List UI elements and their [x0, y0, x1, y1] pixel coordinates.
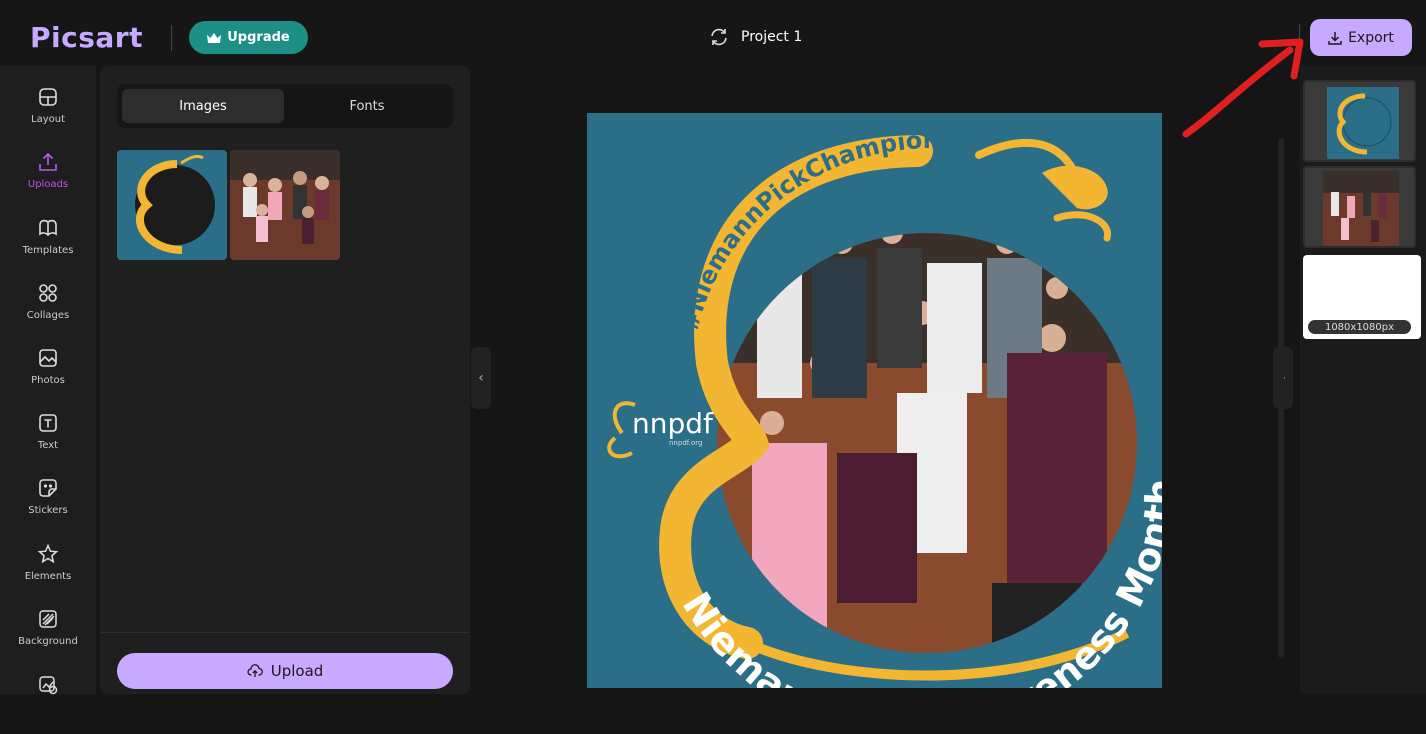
sidebar-item-label: Text	[37, 440, 59, 451]
background-icon	[39, 610, 57, 628]
sync-icon[interactable]	[709, 28, 729, 46]
sidebar-item-elements[interactable]: Elements	[0, 543, 96, 603]
upload-label: Upload	[270, 662, 324, 680]
panel-tabs: Images Fonts	[117, 84, 453, 128]
page-thumb-blank[interactable]: 1080x1080px	[1303, 255, 1421, 339]
chevron-left-icon: ‹	[478, 370, 484, 386]
sidebar-item-label: Background	[18, 636, 78, 647]
sidebar-item-label: Photos	[31, 375, 65, 386]
project-title-area: Project 1	[709, 28, 802, 46]
star-icon	[37, 543, 59, 564]
sidebar-item-stickers[interactable]: Stickers	[0, 477, 96, 537]
sidebar-item-label: Collages	[26, 310, 70, 321]
design-artwork: #NiemannPickChampion Niemann-Pick Awaren…	[587, 113, 1162, 688]
templates-icon	[39, 219, 57, 237]
uploaded-image-frame[interactable]	[117, 150, 227, 260]
collages-icon	[39, 284, 57, 302]
pages-strip: 1080x1080px	[1300, 66, 1426, 694]
collapse-panel-button[interactable]: ‹	[471, 347, 491, 409]
sidebar-item-text[interactable]: Text	[0, 412, 96, 472]
picsart-logo[interactable]: Picsart	[30, 21, 143, 54]
sidebar-item-label: Layout	[31, 114, 65, 125]
sidebar-item-label: Stickers	[28, 505, 68, 516]
sidebar-item-label: Uploads	[27, 179, 69, 190]
size-badge: 1080x1080px	[1308, 320, 1411, 334]
org-url: nnpdf.org	[669, 439, 702, 447]
photo-page-thumbnail	[1305, 168, 1414, 246]
photo-thumbnail	[230, 150, 340, 260]
tab-fonts[interactable]: Fonts	[286, 89, 448, 123]
export-label: Export	[1348, 29, 1394, 46]
frame-page-thumbnail	[1305, 82, 1414, 160]
sidebar-item-uploads[interactable]: Uploads	[0, 151, 96, 211]
sidebar-item-label: Templates	[22, 245, 74, 256]
tab-images[interactable]: Images	[122, 89, 284, 123]
upload-icon	[39, 152, 57, 171]
annotation-arrow	[1182, 38, 1304, 138]
layout-icon	[39, 88, 57, 106]
sidebar-item-templates[interactable]: Templates	[0, 217, 96, 277]
sidebar-item-layout[interactable]: Layout	[0, 86, 96, 146]
tool-sidebar: Layout Uploads Templates Collages Photos…	[0, 66, 96, 695]
uploaded-image-photo[interactable]	[230, 150, 340, 260]
export-button[interactable]: Export	[1310, 19, 1412, 56]
vertical-scrollbar[interactable]	[1278, 138, 1284, 658]
upload-button[interactable]: Upload	[117, 653, 453, 689]
upgrade-button[interactable]: Upgrade	[189, 21, 308, 54]
crown-icon	[207, 32, 222, 43]
text-icon	[39, 414, 57, 432]
download-icon	[1328, 31, 1342, 45]
photos-icon	[39, 349, 57, 367]
project-title[interactable]: Project 1	[741, 29, 802, 45]
uploads-panel: Images Fonts Upload	[100, 66, 470, 694]
org-logo-text: nnpdf	[632, 407, 714, 440]
divider	[171, 25, 172, 51]
frame-thumbnail	[117, 150, 227, 260]
sidebar-item-more[interactable]	[0, 674, 96, 734]
canvas-area: ‹ ›	[470, 66, 1300, 694]
more-tools-icon	[39, 676, 58, 695]
stickers-icon	[39, 479, 57, 497]
design-canvas[interactable]: #NiemannPickChampion Niemann-Pick Awaren…	[587, 113, 1162, 688]
page-thumb-photo[interactable]	[1303, 166, 1416, 248]
sidebar-item-collages[interactable]: Collages	[0, 282, 96, 342]
cloud-upload-icon	[247, 664, 263, 677]
upload-footer: Upload	[100, 632, 470, 694]
sidebar-item-photos[interactable]: Photos	[0, 347, 96, 407]
sidebar-item-label: Elements	[24, 571, 72, 582]
upgrade-label: Upgrade	[227, 30, 290, 45]
sidebar-item-background[interactable]: Background	[0, 608, 96, 668]
